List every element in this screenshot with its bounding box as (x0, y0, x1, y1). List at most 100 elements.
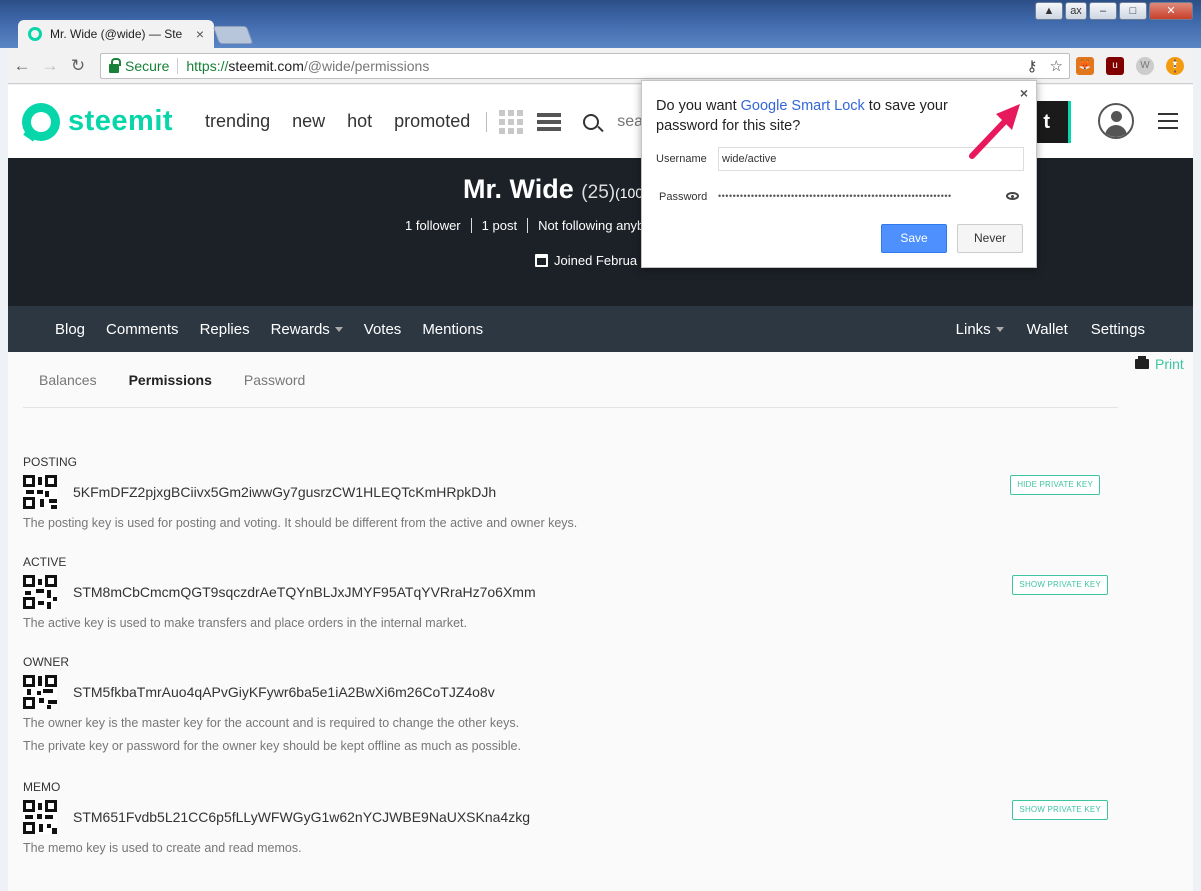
address-bar[interactable]: Secure https:// steemit.com /@wide/permi… (100, 53, 1070, 79)
wordpress-icon[interactable]: W (1136, 57, 1154, 75)
close-icon[interactable]: × (1020, 85, 1028, 101)
key-section-active: ACTIVE STM8mCbCmcmQGT9sqczdrAeTQYnBLJxJM… (23, 555, 1118, 630)
posts-count: 1 post (472, 218, 529, 233)
profile-name-block: Mr. Wide (25)(100 (463, 174, 643, 205)
chevron-down-icon (995, 327, 1004, 333)
ublock-icon[interactable]: u (1106, 57, 1124, 75)
following-count[interactable]: Not following anyb (528, 218, 654, 233)
followers-count[interactable]: 1 follower (395, 218, 472, 233)
key-value: STM5fkbaTmrAuo4qAPvGiyKFywr6ba5e1iA2BwXi… (73, 684, 495, 700)
popup-question: Do you want Google Smart Lock to save yo… (656, 96, 976, 136)
subnav-links[interactable]: Links (956, 321, 1004, 338)
key-section-posting: POSTING 5KFmDFZ2pjxgBCiivx5Gm2iwwGy7gusr… (23, 455, 1118, 530)
tray-up-icon[interactable]: ▲ (1035, 2, 1063, 20)
subnav-mentions[interactable]: Mentions (422, 321, 483, 338)
top-nav: trending new hot promoted (205, 111, 470, 132)
key-description: The owner key is the master key for the … (23, 716, 520, 730)
user-avatar-icon[interactable] (1098, 103, 1134, 139)
browser-menu-icon[interactable]: ⋮ (1167, 56, 1183, 76)
window-close-button[interactable]: ✕ (1149, 2, 1193, 20)
subnav-rewards[interactable]: Rewards (271, 321, 343, 338)
key-description-secondary: The private key or password for the owne… (23, 739, 521, 753)
key-description: The posting key is used for posting and … (23, 516, 578, 530)
smart-lock-link[interactable]: Google Smart Lock (741, 98, 865, 114)
key-title: MEMO (23, 780, 61, 794)
url-scheme: https:// (186, 58, 229, 74)
steemit-logo-icon (22, 102, 60, 141)
calendar-icon (535, 254, 548, 267)
tab-permissions[interactable]: Permissions (129, 372, 212, 388)
forward-icon[interactable]: → (36, 56, 64, 76)
bookmark-star-icon[interactable]: ☆ (1050, 57, 1063, 75)
grid-view-icon[interactable] (499, 109, 524, 134)
nav-new[interactable]: new (292, 111, 325, 132)
browser-tab[interactable]: Mr. Wide (@wide) — Ste × (18, 20, 214, 48)
show-private-key-button[interactable]: SHOW PRIVATE KEY (1012, 575, 1108, 595)
password-label: Password (659, 191, 708, 203)
key-description: The memo key is used to create and read … (23, 841, 302, 855)
key-title: OWNER (23, 655, 69, 669)
subnav-votes[interactable]: Votes (364, 321, 402, 338)
qr-code-icon[interactable] (23, 800, 57, 834)
steemit-favicon-icon (28, 27, 42, 41)
subnav-rewards-label: Rewards (270, 320, 330, 338)
metamask-icon[interactable]: 🦊 (1076, 57, 1094, 75)
key-value: STM651Fvdb5L21CC6p5fLLyWFWGyG1w62nYCJWBE… (73, 809, 531, 825)
profile-stats: 1 follower 1 post Not following anyb (395, 218, 654, 233)
qr-code-icon[interactable] (23, 675, 57, 709)
reload-icon[interactable]: ↻ (64, 56, 92, 76)
url-host: steemit.com (228, 58, 304, 74)
nav-promoted[interactable]: promoted (394, 111, 470, 132)
key-value: STM8mCbCmcmQGT9sqczdrAeTQYnBLJxJMYF95ATq… (73, 584, 536, 600)
nav-divider (486, 111, 488, 132)
nav-trending[interactable]: trending (205, 111, 270, 132)
secure-label: Secure (125, 58, 170, 74)
key-title: ACTIVE (23, 555, 67, 569)
qr-code-icon[interactable] (23, 575, 57, 609)
save-button[interactable]: Save (881, 224, 947, 253)
show-private-key-button[interactable]: SHOW PRIVATE KEY (1012, 800, 1108, 820)
subnav-settings[interactable]: Settings (1091, 321, 1145, 338)
subnav-wallet[interactable]: Wallet (1027, 321, 1068, 338)
nav-hot[interactable]: hot (347, 111, 372, 132)
logo-text: steemit (68, 105, 174, 137)
window-controls: ▲ ax – □ ✕ (1035, 2, 1193, 20)
tab-close-icon[interactable]: × (196, 26, 204, 42)
annotation-arrow-icon (969, 104, 1020, 159)
url-path: /@wide/permissions (303, 58, 430, 74)
lock-icon (109, 57, 121, 73)
new-tab-button[interactable] (212, 26, 254, 44)
never-button[interactable]: Never (957, 224, 1023, 253)
steemit-logo[interactable]: steemit (22, 102, 174, 141)
browser-toolbar: ← → ↻ Secure https:// steemit.com /@wide… (8, 48, 1193, 84)
tab-balances[interactable]: Balances (39, 372, 97, 388)
back-icon[interactable]: ← (8, 56, 36, 76)
tab-password[interactable]: Password (244, 372, 305, 388)
window-user-chip[interactable]: ax (1065, 2, 1087, 20)
subnav-comments[interactable]: Comments (106, 321, 179, 338)
subnav-replies[interactable]: Replies (200, 321, 250, 338)
hamburger-menu-icon[interactable] (1158, 113, 1178, 129)
profile-rep-extra: (100 (615, 185, 644, 201)
key-icon[interactable]: ⚷ (1027, 57, 1038, 75)
chevron-down-icon (334, 327, 343, 333)
maximize-button[interactable]: □ (1119, 2, 1147, 20)
joined-date: Joined Februa (535, 253, 637, 268)
list-view-icon[interactable] (537, 112, 562, 131)
profile-reputation: (25) (581, 182, 616, 203)
key-section-memo: MEMO STM651Fvdb5L21CC6p5fLLyWFWGyG1w62nY… (23, 780, 1118, 855)
eye-icon[interactable] (1006, 192, 1019, 200)
wallet-tabs: Balances Permissions Password (23, 352, 1118, 408)
print-link[interactable]: Print (1135, 356, 1184, 372)
search-icon[interactable] (583, 113, 600, 130)
minimize-button[interactable]: – (1089, 2, 1117, 20)
joined-text: Joined Februa (554, 253, 638, 268)
password-field[interactable]: ••••••••••••••••••••••••••••••••••••••••… (718, 191, 992, 201)
printer-icon (1135, 356, 1149, 369)
tab-title: Mr. Wide (@wide) — Ste (50, 27, 183, 41)
subnav-links-label: Links (955, 320, 991, 338)
qr-code-icon[interactable] (23, 475, 57, 509)
hide-private-key-button[interactable]: HIDE PRIVATE KEY (1010, 475, 1100, 495)
subnav-blog[interactable]: Blog (55, 321, 85, 338)
key-value: 5KFmDFZ2pjxgBCiivx5Gm2iwwGy7gusrzCW1HLEQ… (73, 484, 497, 500)
